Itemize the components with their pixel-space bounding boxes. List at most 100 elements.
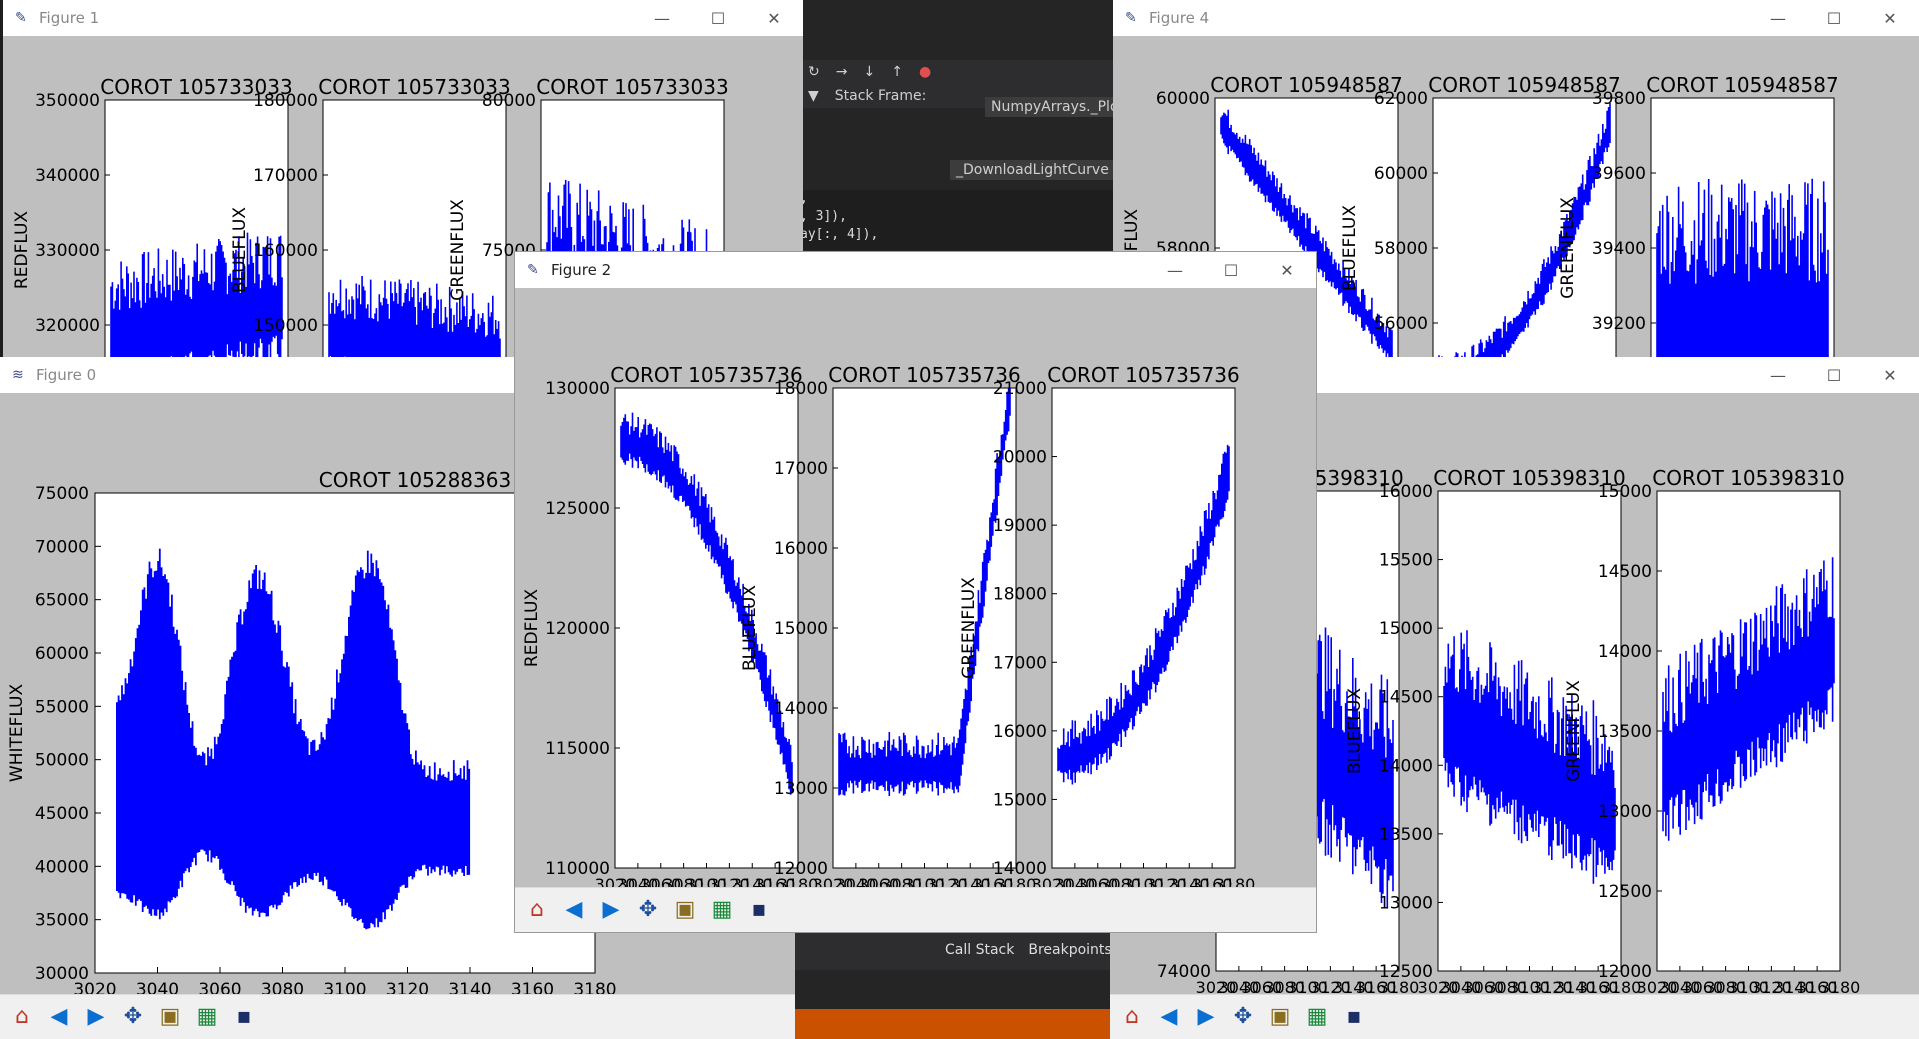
y-tick-label: 39600 — [1592, 164, 1646, 184]
home-icon[interactable]: ⌂ — [521, 894, 553, 926]
subplot: COROT 1057330333500003400003300003200003… — [12, 75, 293, 360]
y-tick-label: 35000 — [35, 911, 89, 931]
configure-subplots-icon[interactable]: ▦ — [191, 1001, 223, 1033]
tab-breakpoints[interactable]: Breakpoints — [1028, 942, 1111, 958]
stack-frame-dropdown[interactable]: NumpyArrays._Plot — [985, 97, 1122, 117]
maximize-icon[interactable]: ☐ — [695, 0, 741, 36]
pan-icon[interactable]: ✥ — [117, 1001, 149, 1033]
y-axis-label: BLUEFLUX — [230, 207, 250, 293]
y-tick-label: 14000 — [1379, 756, 1433, 776]
minimize-icon[interactable]: — — [1755, 357, 1801, 393]
y-tick-label: 40000 — [35, 857, 89, 877]
feather-icon: ✎ — [527, 262, 539, 278]
maximize-icon[interactable]: ☐ — [1811, 0, 1857, 36]
y-tick-label: 15000 — [1379, 619, 1433, 639]
minimize-icon[interactable]: — — [639, 0, 685, 36]
zoom-icon[interactable]: ▣ — [154, 1001, 186, 1033]
y-tick-label: 14000 — [1598, 642, 1652, 662]
tab-call-stack[interactable]: Call Stack — [945, 942, 1014, 958]
zoom-icon[interactable]: ▣ — [669, 894, 701, 926]
y-tick-label: 70000 — [35, 537, 89, 557]
y-axis-label: REDFLUX — [12, 211, 32, 289]
window-title: Figure 4 — [1149, 9, 1210, 27]
y-tick-label: 160000 — [253, 241, 318, 261]
y-tick-label: 320000 — [35, 316, 100, 336]
forward-arrow-icon[interactable]: ▶ — [1190, 1001, 1222, 1033]
y-tick-label: 150000 — [253, 316, 318, 336]
step-into-icon[interactable]: ↓ — [863, 64, 875, 80]
y-axis-label: WHITEFLUX — [7, 684, 27, 783]
figure-window-fig2[interactable]: ✎ Figure 2 — ☐ ✕ COROT 105735736 130000 125000 1… — [515, 252, 1316, 932]
y-tick-label: 16000 — [993, 722, 1047, 742]
y-tick-label: 62000 — [1374, 89, 1428, 109]
y-tick-label: 18000 — [774, 379, 828, 399]
y-tick-label: 50000 — [35, 751, 89, 771]
home-icon[interactable]: ⌂ — [6, 1001, 38, 1033]
breakpoint-icon[interactable]: ● — [919, 64, 931, 80]
chart-title: COROT 105398310 — [1652, 466, 1844, 490]
window-title: Figure 0 — [36, 366, 97, 384]
save-icon[interactable]: ▪ — [1338, 1001, 1370, 1033]
y-tick-label: 13500 — [1379, 825, 1433, 845]
y-tick-label: 56000 — [1374, 314, 1428, 334]
y-axis-label: BLUEFLUX — [1340, 205, 1360, 291]
y-tick-label: 16000 — [774, 539, 828, 559]
y-tick-label: 12500 — [1598, 882, 1652, 902]
y-tick-label: 340000 — [35, 166, 100, 186]
y-tick-label: 14000 — [774, 699, 828, 719]
matplotlib-icon: ≋ — [12, 367, 24, 383]
y-tick-label: 55000 — [35, 697, 89, 717]
minimize-icon[interactable]: — — [1152, 252, 1198, 288]
chart-title: COROT 105398310 — [1433, 466, 1625, 490]
chart-title: COROT 105948587 — [1646, 73, 1838, 97]
save-icon[interactable]: ▪ — [228, 1001, 260, 1033]
close-icon[interactable]: ✕ — [1867, 357, 1913, 393]
maximize-icon[interactable]: ☐ — [1811, 357, 1857, 393]
y-tick-label: 13000 — [1379, 893, 1433, 913]
matplotlib-toolbar: ⌂ ◀ ▶ ✥ ▣ ▦ ▪ — [515, 887, 1316, 932]
feather-icon: ✎ — [15, 10, 27, 26]
step-over-icon[interactable]: → — [836, 64, 848, 80]
back-arrow-icon[interactable]: ◀ — [43, 1001, 75, 1033]
close-icon[interactable]: ✕ — [1867, 0, 1913, 36]
forward-arrow-icon[interactable]: ▶ — [595, 894, 627, 926]
filter-icon[interactable]: ▼ — [808, 88, 819, 104]
back-arrow-icon[interactable]: ◀ — [1153, 1001, 1185, 1033]
y-tick-label: 13000 — [774, 779, 828, 799]
method-dropdown[interactable]: _DownloadLightCurve — [950, 160, 1122, 180]
feather-icon: ✎ — [1125, 10, 1137, 26]
y-tick-label: 39200 — [1592, 314, 1646, 334]
y-tick-label: 19000 — [993, 516, 1047, 536]
home-icon[interactable]: ⌂ — [1116, 1001, 1148, 1033]
y-axis-label: GREENFLUX — [1564, 680, 1584, 782]
y-tick-label: 180000 — [253, 91, 318, 111]
forward-arrow-icon[interactable]: ▶ — [80, 1001, 112, 1033]
code-editor[interactable]: , , 3]), ay[:, 4]), — [800, 190, 1120, 250]
configure-subplots-icon[interactable]: ▦ — [706, 894, 738, 926]
y-tick-label: 18000 — [993, 585, 1047, 605]
figure-canvas[interactable]: COROT 105735736 130000 125000 120000 115000 1… — [515, 288, 1316, 919]
save-icon[interactable]: ▪ — [743, 894, 775, 926]
window-titlebar[interactable]: ✎ Figure 1 — ☐ ✕ — [3, 0, 803, 37]
pan-icon[interactable]: ✥ — [1227, 1001, 1259, 1033]
zoom-icon[interactable]: ▣ — [1264, 1001, 1296, 1033]
back-arrow-icon[interactable]: ◀ — [558, 894, 590, 926]
subplot: COROT 1057357361300001250001200001150001… — [522, 363, 818, 919]
step-out-icon[interactable]: ↑ — [891, 64, 903, 80]
minimize-icon[interactable]: — — [1755, 0, 1801, 36]
vs-status-bar — [795, 1009, 1120, 1039]
window-titlebar[interactable]: ✎ Figure 2 — ☐ ✕ — [515, 252, 1316, 289]
close-icon[interactable]: ✕ — [751, 0, 797, 36]
pan-icon[interactable]: ✥ — [632, 894, 664, 926]
refresh-icon[interactable]: ↻ — [808, 64, 820, 80]
window-titlebar[interactable]: ✎ Figure 4 — ☐ ✕ — [1113, 0, 1919, 37]
maximize-icon[interactable]: ☐ — [1208, 252, 1254, 288]
y-axis-label: REDFLUX — [522, 589, 542, 667]
y-axis-label: GREENFLUX — [959, 577, 979, 679]
configure-subplots-icon[interactable]: ▦ — [1301, 1001, 1333, 1033]
matplotlib-toolbar: ⌂ ◀ ▶ ✥ ▣ ▦ ▪ — [1110, 994, 1919, 1039]
close-icon[interactable]: ✕ — [1264, 252, 1310, 288]
y-tick-label: 80000 — [482, 91, 536, 111]
y-tick-label: 65000 — [35, 591, 89, 611]
chart-title: COROT 105735736 — [1047, 363, 1239, 387]
